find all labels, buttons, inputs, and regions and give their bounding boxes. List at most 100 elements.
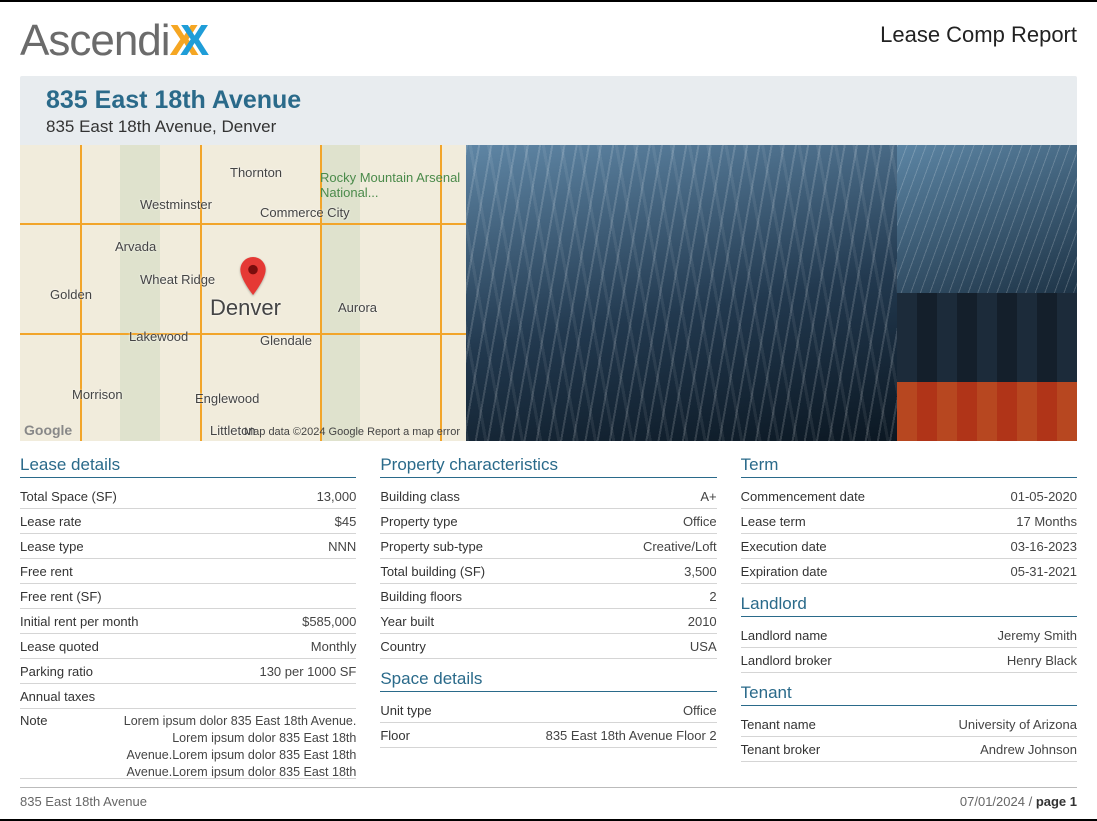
note-label: Note [20, 713, 47, 728]
row-key: Building class [380, 489, 460, 504]
data-row: Landlord name Jeremy Smith [741, 623, 1077, 648]
row-key: Country [380, 639, 426, 654]
row-key: Annual taxes [20, 689, 95, 704]
data-row: Parking ratio130 per 1000 SF [20, 659, 356, 684]
map-provider-logo: Google [24, 422, 72, 438]
rows-property-chars: Building classA+Property typeOfficePrope… [380, 484, 716, 659]
map-attribution[interactable]: Map data ©2024 Google Report a map error [244, 426, 460, 438]
map-pin-icon [240, 257, 266, 298]
map-label-lakewood: Lakewood [129, 329, 188, 344]
row-value: $45 [335, 514, 357, 529]
row-value: 3,500 [684, 564, 717, 579]
row-key: Total Space (SF) [20, 489, 117, 504]
rows-landlord: Landlord name Jeremy Smith Landlord broker… [741, 623, 1077, 673]
building-photo-side-2 [897, 293, 1077, 441]
data-row: Free rent [20, 559, 356, 584]
col-term-parties: Term Commencement date01-05-2020Lease te… [741, 455, 1077, 779]
data-row: Free rent (SF) [20, 584, 356, 609]
row-key: Execution date [741, 539, 827, 554]
row-key: Property sub-type [380, 539, 483, 554]
row-key: Free rent [20, 564, 73, 579]
row-key: Initial rent per month [20, 614, 139, 629]
map-label-glendale: Glendale [260, 333, 312, 348]
footer-date: 07/01/2024 [960, 794, 1025, 809]
row-value: 2010 [688, 614, 717, 629]
note-body: Lorem ipsum dolor 835 East 18th Avenue. … [106, 713, 356, 779]
map-label-arvada: Arvada [115, 239, 156, 254]
report-title: Lease Comp Report [880, 22, 1077, 48]
row-key: Tenant broker [741, 742, 821, 757]
brand-text: Ascendi [20, 16, 170, 65]
row-value: USA [690, 639, 717, 654]
data-row: Property type Office [380, 509, 716, 534]
row-value: University of Arizona [958, 717, 1077, 732]
section-title-space-details: Space details [380, 669, 716, 692]
map-label-thornton: Thornton [230, 165, 282, 180]
row-key: Free rent (SF) [20, 589, 102, 604]
footer-right: 07/01/2024 / page 1 [960, 794, 1077, 809]
data-row: Initial rent per month $585,000 [20, 609, 356, 634]
row-key: Tenant name [741, 717, 816, 732]
row-key: Landlord name [741, 628, 828, 643]
row-value: 05-31-2021 [1010, 564, 1077, 579]
row-key: Building floors [380, 589, 462, 604]
data-row: Lease term 17 Months [741, 509, 1077, 534]
data-row: Total Space (SF) 13,000 [20, 484, 356, 509]
section-title-property-chars: Property characteristics [380, 455, 716, 478]
data-row: Lease quoted Monthly [20, 634, 356, 659]
row-key: Property type [380, 514, 457, 529]
row-key: Floor [380, 728, 410, 743]
row-key: Lease rate [20, 514, 81, 529]
media-row: Rocky Mountain Arsenal National... Thorn… [20, 145, 1077, 441]
row-key: Landlord broker [741, 653, 832, 668]
row-value: Jeremy Smith [998, 628, 1077, 643]
map-label-morrison: Morrison [72, 387, 123, 402]
row-key: Expiration date [741, 564, 828, 579]
section-title-landlord: Landlord [741, 594, 1077, 617]
detail-columns: Lease details Total Space (SF)13,000Leas… [20, 455, 1077, 779]
row-value: 13,000 [317, 489, 357, 504]
row-key: Lease quoted [20, 639, 99, 654]
building-photo-stack [897, 145, 1077, 441]
row-key: Commencement date [741, 489, 865, 504]
data-row: Building floors 2 [380, 584, 716, 609]
brand-logo: AscendiXX [20, 16, 208, 66]
building-photo-main [466, 145, 897, 441]
data-row: Commencement date01-05-2020 [741, 484, 1077, 509]
data-row: Annual taxes [20, 684, 356, 709]
page-footer: 835 East 18th Avenue 07/01/2024 / page 1 [20, 787, 1077, 809]
footer-page: page 1 [1036, 794, 1077, 809]
row-value: NNN [328, 539, 356, 554]
data-row: Building class A+ [380, 484, 716, 509]
header-bar: AscendiXX Lease Comp Report [20, 16, 1077, 66]
row-value: 2 [709, 589, 716, 604]
row-value: Creative/Loft [643, 539, 717, 554]
rows-space-details: Unit typeOfficeFloor835 East 18th Avenue… [380, 698, 716, 748]
data-row: Floor835 East 18th Avenue Floor 2 [380, 723, 716, 748]
row-value: Monthly [311, 639, 357, 654]
col-lease-details: Lease details Total Space (SF)13,000Leas… [20, 455, 356, 779]
map-panel[interactable]: Rocky Mountain Arsenal National... Thorn… [20, 145, 466, 441]
row-value: Office [683, 514, 717, 529]
footer-left: 835 East 18th Avenue [20, 794, 147, 809]
data-row: Total building (SF)3,500 [380, 559, 716, 584]
building-photo-side-1 [897, 145, 1077, 293]
row-value: 03-16-2023 [1010, 539, 1077, 554]
row-key: Lease term [741, 514, 806, 529]
map-label-commerce: Commerce City [260, 205, 350, 220]
row-value: Office [683, 703, 717, 718]
row-value: 130 per 1000 SF [259, 664, 356, 679]
map-label-wheatridge: Wheat Ridge [140, 272, 215, 287]
section-title-tenant: Tenant [741, 683, 1077, 706]
row-value: Henry Black [1007, 653, 1077, 668]
data-row: Property sub-type Creative/Loft [380, 534, 716, 559]
data-row: Tenant brokerAndrew Johnson [741, 737, 1077, 762]
brand-x-blue: X [180, 16, 208, 65]
row-value: 17 Months [1016, 514, 1077, 529]
row-value: $585,000 [302, 614, 356, 629]
row-value: A+ [700, 489, 716, 504]
map-label-golden: Golden [50, 287, 92, 302]
data-row: Tenant name University of Arizona [741, 712, 1077, 737]
row-key: Year built [380, 614, 434, 629]
map-label-denver: Denver [210, 295, 281, 321]
